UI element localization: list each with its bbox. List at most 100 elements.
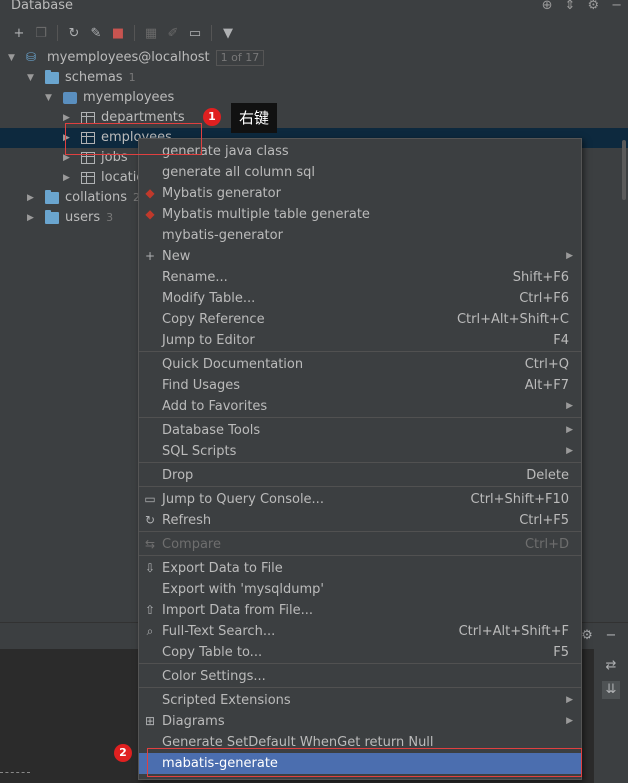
menu-item-shortcut: Ctrl+Alt+Shift+C xyxy=(456,312,569,327)
menu-item[interactable]: Add to Favorites ▶ xyxy=(139,396,581,417)
console-icon[interactable]: ▭ xyxy=(186,24,204,42)
soft-wrap-icon[interactable]: ⇄ xyxy=(602,657,620,675)
menu-separator xyxy=(139,486,581,487)
menu-item-label: Jump to Editor xyxy=(162,333,255,348)
menu-item[interactable]: ⌕ Full-Text Search... Ctrl+Alt+Shift+F xyxy=(139,621,581,642)
menu-item-shortcut: Delete xyxy=(526,468,569,483)
table-icon xyxy=(81,172,95,184)
expand-arrow-icon[interactable]: ▼ xyxy=(27,68,34,88)
panel-title: Database xyxy=(11,0,74,13)
minimize-icon[interactable]: − xyxy=(602,627,620,645)
scroll-to-end-icon[interactable]: ⇊ xyxy=(602,681,620,699)
mybatis-icon: ◆ xyxy=(145,186,155,200)
menu-item[interactable]: generate all column sql xyxy=(139,162,581,183)
menu-item-label: Mybatis multiple table generate xyxy=(162,207,370,222)
menu-item-shortcut: Ctrl+Alt+Shift+F xyxy=(458,624,569,639)
menu-item[interactable]: ⇧ Import Data from File... xyxy=(139,600,581,621)
expand-arrow-icon[interactable]: ▶ xyxy=(27,208,34,228)
menu-item[interactable]: ▭ Jump to Query Console... Ctrl+Shift+F10 xyxy=(139,489,581,510)
menu-item-label: mybatis-generator xyxy=(162,228,283,243)
menu-item[interactable]: Drop Delete xyxy=(139,465,581,486)
menu-item-label: Jump to Query Console... xyxy=(162,492,324,507)
datasource-icon: ⛁ xyxy=(26,50,37,64)
menu-item-label: Rename... xyxy=(162,270,228,285)
schema-settings-icon[interactable]: ✎ xyxy=(87,24,105,42)
menu-item[interactable]: mybatis-generator xyxy=(139,225,581,246)
menu-item-shortcut: Ctrl+F6 xyxy=(519,291,569,306)
refresh-icon: ↻ xyxy=(144,513,156,527)
menu-item-label: Diagrams xyxy=(162,714,225,729)
menu-separator xyxy=(139,531,581,532)
submenu-arrow-icon: ▶ xyxy=(566,251,573,261)
stop-icon[interactable]: ■ xyxy=(109,24,127,42)
expand-arrow-icon[interactable]: ▼ xyxy=(45,88,52,108)
menu-item[interactable]: ⇩ Export Data to File xyxy=(139,558,581,579)
menu-item[interactable]: ◆ Mybatis generator xyxy=(139,183,581,204)
submenu-arrow-icon: ▶ xyxy=(566,716,573,726)
menu-item-label: generate all column sql xyxy=(162,165,315,180)
menu-item[interactable]: Quick Documentation Ctrl+Q xyxy=(139,354,581,375)
toolbar-separator xyxy=(134,25,135,41)
filter-icon[interactable]: ▼ xyxy=(219,24,237,42)
menu-item-label: New xyxy=(162,249,191,264)
datasource-count-badge: 1 of 17 xyxy=(215,50,265,66)
menu-item[interactable]: Find Usages Alt+F7 xyxy=(139,375,581,396)
import-icon: ⇧ xyxy=(144,603,156,617)
expand-arrow-icon[interactable]: ▶ xyxy=(63,168,70,188)
menu-item-shortcut: F4 xyxy=(553,333,569,348)
menu-item-label: Find Usages xyxy=(162,378,241,393)
tree-item-schema[interactable]: ▼ myemployees xyxy=(0,88,628,108)
menu-item[interactable]: Export with 'mysqldump' xyxy=(139,579,581,600)
gear-icon[interactable]: ⚙ xyxy=(587,0,599,13)
plus-icon: + xyxy=(144,249,156,263)
datasource-label: myemployees@localhost xyxy=(47,50,210,65)
tree-scrollbar[interactable] xyxy=(622,140,626,200)
menu-item[interactable]: generate java class xyxy=(139,141,581,162)
menu-separator xyxy=(139,462,581,463)
edit-icon[interactable]: ✐ xyxy=(164,24,182,42)
annotation-box-step1 xyxy=(65,123,202,155)
globe-icon[interactable]: ⊕ xyxy=(542,0,553,13)
menu-item-shortcut: Ctrl+Shift+F10 xyxy=(470,492,569,507)
expand-arrow-icon[interactable]: ▶ xyxy=(27,188,34,208)
menu-item[interactable]: Copy Table to... F5 xyxy=(139,642,581,663)
annotation-badge-step1: 1 xyxy=(203,108,221,126)
expand-arrow-icon[interactable]: ▼ xyxy=(8,48,15,68)
toolbar-separator xyxy=(57,25,58,41)
menu-item[interactable]: + New ▶ xyxy=(139,246,581,267)
add-icon[interactable]: + xyxy=(10,24,28,42)
tree-item-datasource[interactable]: ▼ ⛁ myemployees@localhost 1 of 17 xyxy=(0,48,628,68)
menu-item[interactable]: Modify Table... Ctrl+F6 xyxy=(139,288,581,309)
menu-item-label: SQL Scripts xyxy=(162,444,237,459)
minimize-icon[interactable]: − xyxy=(611,0,622,13)
menu-separator xyxy=(139,417,581,418)
menu-item[interactable]: Rename... Shift+F6 xyxy=(139,267,581,288)
menu-item: ⇆ Compare Ctrl+D xyxy=(139,534,581,555)
schema-icon xyxy=(63,92,77,104)
menu-item[interactable]: Jump to Editor F4 xyxy=(139,330,581,351)
submenu-arrow-icon: ▶ xyxy=(566,695,573,705)
collations-label: collations xyxy=(65,190,127,205)
folder-icon xyxy=(45,190,59,204)
menu-separator xyxy=(139,351,581,352)
menu-item[interactable]: SQL Scripts ▶ xyxy=(139,441,581,462)
collapse-icon[interactable]: ⇕ xyxy=(565,0,576,13)
menu-item-label: Copy Reference xyxy=(162,312,265,327)
context-menu: generate java class generate all column s… xyxy=(138,138,582,780)
menu-item[interactable]: ◆ Mybatis multiple table generate xyxy=(139,204,581,225)
tree-item-schemas[interactable]: ▼ schemas 1 xyxy=(0,68,628,88)
refresh-icon[interactable]: ↻ xyxy=(65,24,83,42)
menu-item[interactable]: Database Tools ▶ xyxy=(139,420,581,441)
menu-item[interactable]: ↻ Refresh Ctrl+F5 xyxy=(139,510,581,531)
copy-icon[interactable]: ❐ xyxy=(32,24,50,42)
submenu-arrow-icon: ▶ xyxy=(566,401,573,411)
menu-item-label: Refresh xyxy=(162,513,212,528)
menu-item[interactable]: ⊞ Diagrams ▶ xyxy=(139,711,581,732)
menu-item[interactable]: Copy Reference Ctrl+Alt+Shift+C xyxy=(139,309,581,330)
menu-item[interactable]: Color Settings... xyxy=(139,666,581,687)
menu-item-label: Import Data from File... xyxy=(162,603,313,618)
table-view-icon[interactable]: ▦ xyxy=(142,24,160,42)
menu-item[interactable]: Scripted Extensions ▶ xyxy=(139,690,581,711)
folder-icon xyxy=(45,210,59,224)
search-icon: ⌕ xyxy=(146,624,154,638)
